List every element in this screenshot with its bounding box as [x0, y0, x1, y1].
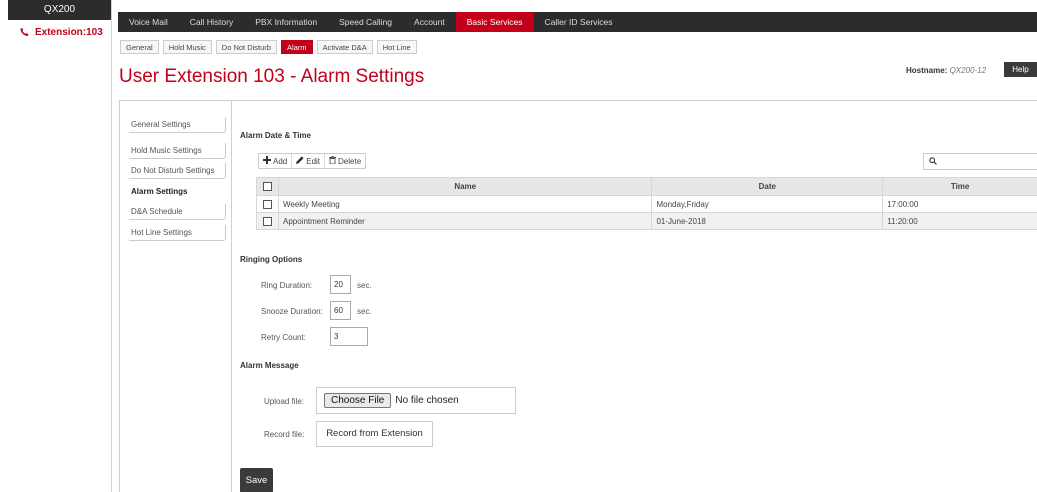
plus-icon [263, 156, 271, 166]
settings-sidebar: General Settings Hold Music Settings Do … [120, 101, 232, 492]
table-header-row: Name Date Time [256, 177, 1037, 196]
tab-call-history[interactable]: Call History [179, 12, 244, 32]
cell-time: 17:00:00 [882, 195, 1037, 213]
sub-nav: General Hold Music Do Not Disturb Alarm … [120, 40, 417, 54]
ring-duration-unit: sec. [357, 281, 372, 290]
phone-icon [20, 27, 29, 37]
hostname-label: Hostname: [906, 66, 948, 75]
choose-file-button[interactable]: Choose File [324, 393, 392, 408]
search-input[interactable] [923, 153, 1037, 170]
upload-file-label: Upload file: [264, 397, 305, 406]
table-row[interactable]: Appointment Reminder 01-June-2018 11:20:… [256, 212, 1037, 230]
settings-panel: General Settings Hold Music Settings Do … [119, 100, 1037, 492]
select-all-checkbox[interactable] [262, 182, 272, 192]
subtab-hot-line[interactable]: Hot Line [376, 40, 417, 54]
subtab-do-not-disturb[interactable]: Do Not Disturb [215, 40, 277, 54]
tab-voice-mail[interactable]: Voice Mail [118, 12, 179, 32]
extension-indicator[interactable]: Extension:103 [8, 24, 111, 40]
alarm-message-title: Alarm Message [240, 361, 299, 370]
page-title: User Extension 103 - Alarm Settings [119, 66, 425, 87]
add-label: Add [273, 156, 288, 166]
no-file-chosen-text: No file chosen [395, 395, 459, 406]
tab-pbx-information[interactable]: PBX Information [244, 12, 328, 32]
snooze-duration-label: Snooze Duration: [261, 307, 323, 316]
column-header-name[interactable]: Name [277, 177, 653, 196]
sidebar-item-hot-line-settings[interactable]: Hot Line Settings [129, 225, 226, 241]
left-rail: QX200 Extension:103 [8, 0, 112, 492]
hostname-display: Hostname: QX200-12 [906, 66, 986, 75]
tab-basic-services[interactable]: Basic Services [455, 12, 534, 32]
cell-name: Appointment Reminder [277, 212, 653, 230]
row-checkbox[interactable] [262, 216, 272, 226]
alarm-table: Name Date Time Weekly Meeting Monday,Fri… [256, 177, 1037, 230]
cell-time: 11:20:00 [882, 212, 1037, 230]
snooze-duration-input[interactable]: 60 [330, 301, 351, 320]
extension-label: Extension:103 [35, 26, 103, 38]
ringing-options-title: Ringing Options [240, 255, 303, 264]
upload-file-field[interactable]: Choose File No file chosen [316, 387, 516, 414]
retry-count-label: Retry Count: [261, 333, 306, 342]
tab-speed-calling[interactable]: Speed Calling [328, 12, 403, 32]
subtab-activate-da[interactable]: Activate D&A [316, 40, 373, 54]
sidebar-item-do-not-disturb-settings[interactable]: Do Not Disturb Settings [129, 163, 226, 179]
sidebar-item-hold-music-settings[interactable]: Hold Music Settings [129, 143, 226, 159]
record-file-label: Record file: [264, 430, 305, 439]
edit-button[interactable]: Edit [291, 154, 324, 168]
select-all-cell[interactable] [256, 177, 279, 196]
row-select-cell[interactable] [256, 195, 279, 213]
hostname-value: QX200-12 [949, 66, 987, 75]
cell-name: Weekly Meeting [277, 195, 653, 213]
ring-duration-input[interactable]: 20 [330, 275, 351, 294]
save-button[interactable]: Save [240, 468, 273, 492]
column-header-time[interactable]: Time [882, 177, 1037, 196]
sidebar-item-general-settings[interactable]: General Settings [129, 117, 226, 133]
alarm-toolbar: Add Edit Delete [258, 153, 367, 169]
subtab-alarm[interactable]: Alarm [280, 40, 313, 54]
search-icon [929, 156, 937, 167]
ring-duration-label: Ring Duration: [261, 281, 313, 290]
subtab-general[interactable]: General [120, 40, 159, 54]
top-nav: Voice Mail Call History PBX Information … [118, 12, 1037, 32]
add-button[interactable]: Add [259, 154, 291, 168]
cell-date: 01-June-2018 [651, 212, 884, 230]
tab-caller-id-services[interactable]: Caller ID Services [534, 12, 624, 32]
retry-count-input[interactable]: 3 [330, 327, 368, 346]
pencil-icon [296, 156, 304, 166]
snooze-duration-unit: sec. [357, 307, 372, 316]
delete-button[interactable]: Delete [324, 154, 365, 168]
help-button[interactable]: Help [1004, 62, 1037, 77]
brand-logo: QX200 [8, 0, 111, 20]
column-header-date[interactable]: Date [651, 177, 884, 196]
sidebar-item-alarm-settings[interactable]: Alarm Settings [129, 184, 226, 200]
alarm-section-title: Alarm Date & Time [240, 131, 311, 140]
cell-date: Monday,Friday [651, 195, 884, 213]
tab-account[interactable]: Account [403, 12, 456, 32]
sidebar-item-da-schedule[interactable]: D&A Schedule [129, 204, 226, 220]
subtab-hold-music[interactable]: Hold Music [162, 40, 212, 54]
trash-icon [329, 156, 337, 166]
row-select-cell[interactable] [256, 212, 279, 230]
record-from-extension-button[interactable]: Record from Extension [316, 421, 433, 447]
row-checkbox[interactable] [262, 199, 272, 209]
table-row[interactable]: Weekly Meeting Monday,Friday 17:00:00 [256, 195, 1037, 213]
edit-label: Edit [306, 156, 321, 166]
delete-label: Delete [338, 156, 362, 166]
